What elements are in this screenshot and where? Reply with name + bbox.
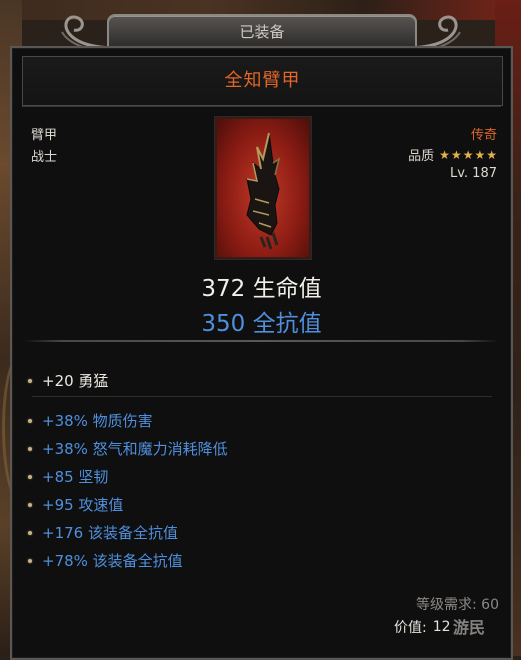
level-requirement: 等级需求: 60 [416, 597, 499, 613]
affix-text: +38% 物质伤害 [42, 412, 153, 430]
star-icon: ★ [462, 147, 474, 162]
item-name: 全知臂甲 [224, 70, 301, 91]
bullet-icon [28, 418, 32, 423]
affix-secondary: +85 坚韧 [28, 466, 108, 487]
affix-text: +85 坚韧 [42, 468, 109, 486]
resistance-stat: 350 全抗值 [201, 311, 322, 337]
item-title-bar: 全知臂甲 [22, 56, 503, 106]
item-image [215, 117, 311, 259]
gauntlet-icon [246, 132, 281, 250]
star-icon: ★ [474, 147, 486, 162]
affix-secondary: +78% 该装备全抗值 [28, 550, 183, 571]
item-level: Lv. 187 [449, 166, 497, 181]
affix-divider [32, 396, 492, 397]
divider [22, 106, 501, 107]
bullet-icon [28, 378, 32, 383]
item-slot-type: 臂甲 [31, 128, 58, 143]
bullet-icon [28, 558, 32, 563]
quality-stars: ★ ★ ★ ★ ★ [439, 148, 497, 162]
item-tooltip-panel: 全知臂甲 臂甲 战士 传奇 品质 ★ ★ ★ ★ ★ Lv. 187 372 生命值 3… [10, 46, 513, 660]
quality-row: 品质 ★ ★ ★ ★ ★ [408, 145, 497, 165]
affix-primary: +20 勇猛 [28, 370, 108, 391]
stats-divider [24, 340, 499, 342]
bullet-icon [28, 474, 32, 479]
life-stat: 372 生命值 [201, 276, 322, 302]
item-class: 战士 [31, 150, 58, 165]
affix-text: +20 勇猛 [42, 372, 109, 390]
star-icon: ★ [439, 147, 450, 162]
affix-text: +176 该装备全抗值 [42, 524, 178, 542]
star-icon: ★ [486, 147, 497, 162]
item-price: 价值: 12 [394, 617, 451, 637]
affix-secondary: +176 该装备全抗值 [28, 522, 178, 543]
affix-secondary: +95 攻速值 [28, 494, 123, 515]
affix-text: +78% 该装备全抗值 [42, 552, 183, 570]
bullet-icon [28, 530, 32, 535]
quality-label: 品质 [408, 149, 435, 164]
price-label: 价值: [394, 620, 427, 636]
header-title: 已装备 [239, 23, 285, 41]
bullet-icon [28, 446, 32, 451]
affix-text: +38% 怒气和魔力消耗降低 [42, 440, 228, 458]
price-value: 12 [432, 619, 451, 635]
watermark: 游民 [453, 618, 486, 637]
equipped-header-tab: 已装备 [107, 14, 417, 50]
affix-secondary: +38% 物质伤害 [28, 410, 153, 431]
star-icon: ★ [450, 147, 462, 162]
bullet-icon [28, 502, 32, 507]
affix-text: +95 攻速值 [42, 496, 124, 514]
item-rarity: 传奇 [470, 128, 497, 143]
affix-secondary: +38% 怒气和魔力消耗降低 [28, 438, 228, 459]
